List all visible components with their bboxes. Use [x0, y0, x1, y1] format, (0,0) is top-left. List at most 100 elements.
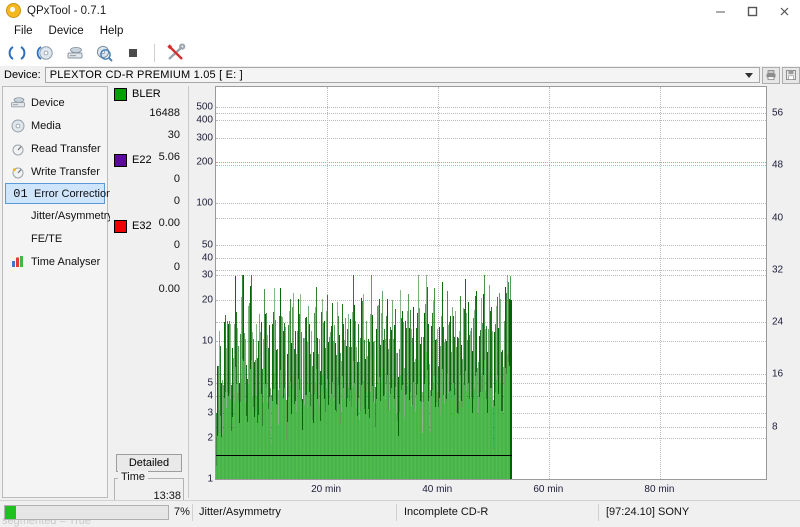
scan-progress-label: 7%	[174, 506, 190, 518]
y-axis-left-tick: 40	[201, 252, 213, 264]
legend-label-e32: E32	[132, 220, 152, 232]
legend-panel: BLER 16488 30 5.06 E22 0 0 0.00 E32 0 0 0.00 Detail…	[110, 86, 186, 508]
y-axis-right: 8 16 24 32 40 48 56	[768, 86, 798, 482]
save-button[interactable]	[782, 66, 800, 84]
y-axis-left-tick: 3	[207, 407, 213, 419]
minimize-icon[interactable]	[704, 0, 736, 22]
menu-help[interactable]: Help	[92, 24, 132, 38]
chevron-down-icon	[745, 73, 753, 78]
status-bar: segmented = True 7% Jitter/Asymmetry Inc…	[0, 500, 800, 527]
legend-label-e22: E22	[132, 154, 152, 166]
y-axis-right-tick: 16	[772, 368, 784, 380]
disc-icon	[9, 118, 26, 133]
scan-progress-bar	[4, 505, 169, 520]
gridline-vertical	[660, 87, 662, 479]
status-separator-2	[396, 504, 397, 521]
sidebar-item-fe-te[interactable]: FE/TE	[3, 227, 107, 250]
sidebar-item-media-label: Media	[31, 119, 61, 132]
sidebar-item-error-correction[interactable]: 01 Error Correction	[5, 183, 112, 204]
title-bar-left: QPxTool - 0.7.1	[6, 3, 106, 18]
legend-header-e22[interactable]: E22	[110, 152, 186, 168]
y-axis-right-tick: 24	[772, 316, 784, 328]
scan-progress-fill	[5, 506, 17, 519]
legend-value: 0	[173, 195, 180, 207]
y-axis-left-tick: 50	[201, 239, 213, 251]
gridline-horizontal	[216, 244, 766, 246]
print-button[interactable]	[762, 66, 780, 84]
sidebar-item-device[interactable]: Device	[3, 91, 107, 114]
time-analyser-icon	[9, 254, 26, 269]
x-axis-tick: 20 min	[311, 484, 342, 495]
sidebar-item-read-transfer[interactable]: Read Transfer	[3, 137, 107, 160]
gridline-horizontal-right	[216, 269, 766, 271]
eject-button[interactable]	[62, 41, 88, 65]
sidebar-item-media[interactable]: Media	[3, 114, 107, 137]
gridline-horizontal	[216, 275, 766, 277]
read-speed-icon	[9, 141, 26, 156]
status-disc-info: [97:24.10] SONY	[606, 506, 690, 518]
gridline-horizontal-right	[216, 217, 766, 219]
sidebar-item-time-analyser-label: Time Analyser	[31, 255, 101, 268]
qpxtool-window: QPxTool - 0.7.1 File Device Help Device:…	[0, 0, 800, 527]
reload-disc-button[interactable]	[33, 41, 59, 65]
drive-icon	[9, 95, 26, 110]
sidebar-item-jitter-asymmetry[interactable]: Jitter/Asymmetry	[3, 204, 113, 227]
title-bar: QPxTool - 0.7.1	[0, 0, 800, 22]
sidebar-item-error-correction-label: Error Correction	[34, 187, 113, 200]
menu-device[interactable]: Device	[41, 24, 92, 38]
time-caption: Time	[118, 471, 149, 483]
detailed-button[interactable]: Detailed	[116, 454, 182, 472]
y-axis-left-tick: 10	[201, 335, 213, 347]
gridline-horizontal	[216, 120, 766, 122]
close-icon[interactable]	[768, 0, 800, 22]
status-media-state: Incomplete CD-R	[404, 506, 489, 518]
legend-value: 0	[173, 173, 180, 185]
legend-value: 16488	[149, 107, 180, 119]
legend-group-e32: E32 0 0 0.00	[110, 218, 186, 300]
inspect-disc-button[interactable]	[91, 41, 117, 65]
menu-file[interactable]: File	[6, 24, 41, 38]
legend-value: 30	[167, 129, 180, 141]
sidebar-item-jitter-asymmetry-label: Jitter/Asymmetry	[31, 209, 113, 222]
sidebar: Device Media Read Transfer Write Transfe…	[2, 86, 113, 498]
rescan-bus-button[interactable]	[4, 41, 30, 65]
scan-position-marker	[510, 299, 512, 479]
legend-header-e32[interactable]: E32	[110, 218, 186, 234]
y-axis-left-tick: 4	[207, 390, 213, 402]
sidebar-item-read-transfer-label: Read Transfer	[31, 142, 101, 155]
qpxtool-logo-icon	[6, 3, 21, 18]
panel-divider	[188, 86, 189, 498]
legend-swatch-e22	[114, 153, 127, 167]
plot-area[interactable]	[215, 86, 767, 480]
y-axis-left-tick: 100	[196, 197, 213, 209]
sidebar-item-device-label: Device	[31, 96, 65, 109]
device-bar: Device: PLEXTOR CD-R PREMIUM 1.05 [ E: ]	[0, 66, 800, 84]
error-correction-icon: 01	[13, 186, 28, 201]
y-axis-right-tick: 8	[772, 421, 778, 433]
device-label: Device:	[4, 69, 41, 81]
maximize-icon[interactable]	[736, 0, 768, 22]
y-axis-left-tick: 20	[201, 294, 213, 306]
window-title: QPxTool - 0.7.1	[27, 4, 107, 17]
x-axis-tick: 60 min	[533, 484, 564, 495]
error-correction-chart: 1 2 3 4 5 10 20 30 40 50 100 200 300 400 500 8 16 24 32 40…	[192, 86, 798, 498]
y-axis-left-tick: 400	[196, 114, 213, 126]
window-controls	[704, 0, 800, 22]
gridline-horizontal	[216, 203, 766, 205]
legend-swatch-e32	[114, 219, 127, 233]
settings-button[interactable]	[163, 41, 189, 65]
status-separator-3	[598, 504, 599, 521]
write-speed-icon	[9, 164, 26, 179]
toolbar-separator	[154, 44, 155, 62]
toolbar	[0, 40, 800, 66]
sidebar-item-fe-te-label: FE/TE	[31, 232, 63, 245]
sidebar-item-write-transfer[interactable]: Write Transfer	[3, 160, 107, 183]
stop-button[interactable]	[120, 41, 146, 65]
legend-label-bler: BLER	[132, 88, 161, 100]
device-select[interactable]: PLEXTOR CD-R PREMIUM 1.05 [ E: ]	[44, 67, 760, 83]
gridline-horizontal	[216, 479, 766, 480]
bler-limit-line	[216, 161, 766, 163]
sidebar-item-time-analyser[interactable]: Time Analyser	[3, 250, 107, 273]
y-axis-left-tick: 1	[207, 473, 213, 485]
legend-header-bler[interactable]: BLER	[110, 86, 186, 102]
